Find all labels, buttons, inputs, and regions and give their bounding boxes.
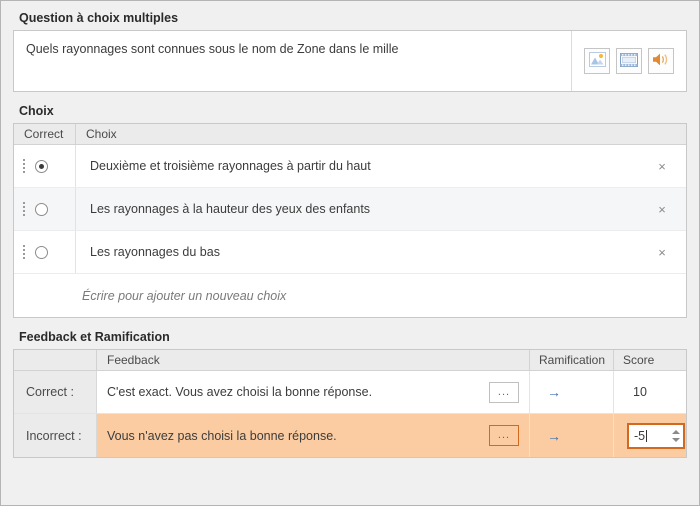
stepper-down-icon[interactable] [671, 437, 680, 442]
choice-correct-cell [14, 145, 76, 187]
audio-icon [652, 52, 671, 70]
delete-choice-icon[interactable]: × [638, 159, 686, 174]
choice-correct-cell [14, 188, 76, 230]
feedback-more-button[interactable]: ... [489, 425, 519, 446]
insert-video-button[interactable] [616, 48, 642, 74]
branch-arrow-icon[interactable]: → [539, 384, 561, 400]
question-text-input[interactable]: Quels rayonnages sont connues sous le no… [14, 31, 571, 91]
column-header-choix: Choix [86, 127, 117, 141]
image-icon [588, 52, 606, 70]
stepper-up-icon[interactable] [671, 429, 680, 434]
feedback-text[interactable]: C'est exact. Vous avez choisi la bonne r… [107, 385, 372, 399]
column-header-blank [14, 350, 97, 370]
question-editor-window: Question à choix multiples Quels rayonna… [0, 0, 700, 506]
choices-section-title: Choix [19, 104, 54, 118]
table-row[interactable]: Deuxième et troisième rayonnages à parti… [14, 145, 686, 188]
choices-table: Correct Choix Deuxième et troisième rayo… [13, 123, 687, 318]
drag-handle-icon[interactable] [23, 159, 26, 173]
score-cell[interactable]: 10 [614, 371, 686, 413]
ramification-cell[interactable]: → [530, 414, 614, 457]
choice-radio[interactable] [35, 202, 48, 216]
feedback-table-header: Feedback Ramification Score [14, 350, 686, 371]
score-cell: -5 [614, 414, 686, 457]
insert-audio-button[interactable] [648, 48, 674, 74]
delete-choice-icon[interactable]: × [638, 202, 686, 217]
choice-text[interactable]: Les rayonnages du bas [76, 245, 638, 259]
choice-text[interactable]: Deuxième et troisième rayonnages à parti… [76, 159, 638, 173]
table-row: Incorrect : Vous n'avez pas choisi la bo… [14, 414, 686, 457]
table-row: Correct : C'est exact. Vous avez choisi … [14, 371, 686, 414]
feedback-row-label: Incorrect : [14, 414, 97, 457]
column-header-score: Score [623, 353, 655, 367]
score-input[interactable]: -5 [629, 429, 668, 443]
choice-correct-cell [14, 231, 76, 273]
table-row[interactable]: Les rayonnages du bas × [14, 231, 686, 274]
feedback-section-title: Feedback et Ramification [19, 330, 170, 344]
column-header-correct: Correct [14, 124, 76, 144]
score-stepper[interactable]: -5 [627, 422, 685, 449]
feedback-text[interactable]: Vous n'avez pas choisi la bonne réponse. [107, 429, 337, 443]
column-header-ramification: Ramification [530, 350, 614, 370]
column-header-feedback: Feedback [97, 350, 530, 370]
media-toolbar [571, 31, 686, 91]
drag-handle-icon[interactable] [23, 202, 26, 216]
feedback-more-button[interactable]: ... [489, 381, 519, 403]
ramification-cell[interactable]: → [530, 371, 614, 413]
feedback-text-cell[interactable]: Vous n'avez pas choisi la bonne réponse.… [97, 414, 530, 457]
branch-arrow-icon[interactable]: → [539, 428, 561, 444]
feedback-table: Feedback Ramification Score Correct : C'… [13, 349, 687, 458]
video-icon [620, 52, 638, 70]
choice-text[interactable]: Les rayonnages à la hauteur des yeux des… [76, 202, 638, 216]
table-row[interactable]: Les rayonnages à la hauteur des yeux des… [14, 188, 686, 231]
feedback-row-label: Correct : [14, 371, 97, 413]
stepper-arrows [668, 425, 683, 447]
delete-choice-icon[interactable]: × [638, 245, 686, 260]
text-caret [646, 429, 648, 442]
score-value[interactable]: 10 [623, 385, 647, 399]
feedback-text-cell[interactable]: C'est exact. Vous avez choisi la bonne r… [97, 371, 530, 413]
drag-handle-icon[interactable] [23, 245, 26, 259]
add-choice-row[interactable]: Écrire pour ajouter un nouveau choix [14, 274, 686, 317]
choices-table-header: Correct Choix [14, 124, 686, 145]
choice-radio[interactable] [35, 159, 48, 173]
score-value: -5 [634, 428, 646, 443]
add-choice-placeholder[interactable]: Écrire pour ajouter un nouveau choix [14, 289, 686, 303]
question-section-title: Question à choix multiples [19, 11, 179, 25]
insert-image-button[interactable] [584, 48, 610, 74]
question-box: Quels rayonnages sont connues sous le no… [13, 30, 687, 92]
choice-radio[interactable] [35, 245, 48, 259]
